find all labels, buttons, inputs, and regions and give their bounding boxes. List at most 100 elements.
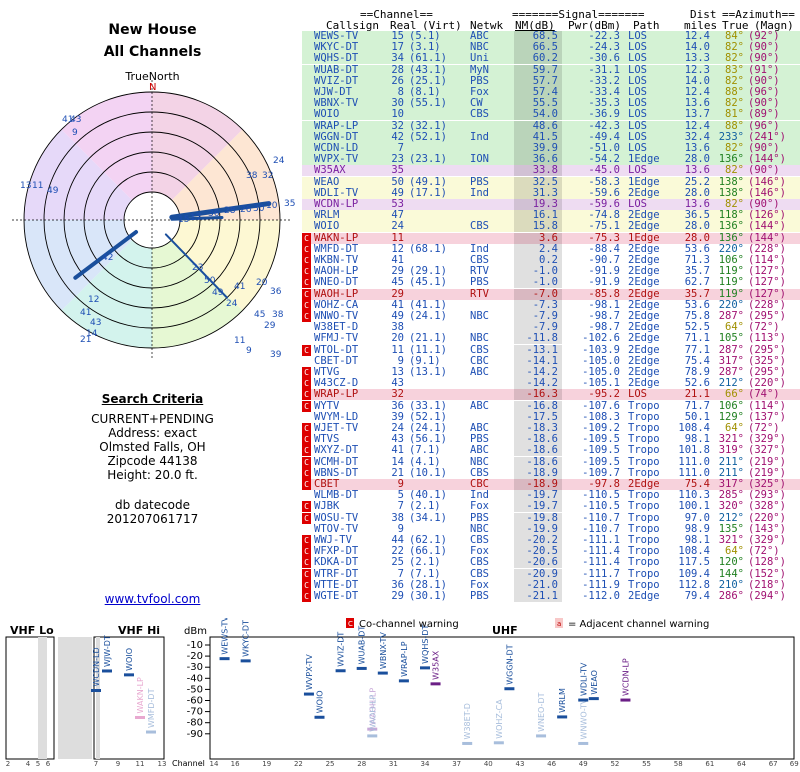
table-cell: 2Edge <box>628 220 660 233</box>
station-marker <box>135 715 145 719</box>
table-row[interactable]: WFMJ-TV 20 (21.1) NBC -11.8 -102.6 2Edge 71.1 10… <box>302 332 800 345</box>
station-marker-label: WAOH-LP <box>368 694 377 731</box>
table-cell: LOS <box>628 388 647 401</box>
table-cell: (33.1) <box>409 399 447 412</box>
table-cell: 79.4 <box>684 590 710 602</box>
table-cell: Tropo <box>628 399 660 412</box>
table-row[interactable]: C WJBK 7 (2.1) Fox -19.7 -110.5 Tropo 100.1 320° (… <box>302 500 800 513</box>
table-cell: 2Edge <box>628 343 660 356</box>
station-marker <box>102 669 112 673</box>
x-tick-label: 67 <box>769 760 778 768</box>
polar-plot[interactable]: N4394113 11 492438 3215 17 36 28 26 30 10 35422350… <box>0 80 305 370</box>
x-tick-label: 58 <box>674 760 683 768</box>
station-marker <box>240 659 251 663</box>
table-row[interactable]: WQHS-DT 34 (61.1) Uni 60.2 -30.6 LOS 13.3 82° (90… <box>302 52 800 65</box>
table-row[interactable]: C KDKA-DT 25 (2.1) CBS -20.6 -111.4 Tropo 117.5 1… <box>302 556 800 569</box>
table-row[interactable]: C WCMH-DT 14 (4.1) NBC -18.6 -109.5 Tropo 111.0 2… <box>302 455 800 468</box>
table-row[interactable]: C WTRF-DT 7 (7.1) CBS -20.9 -111.7 Tropo 109.4 14… <box>302 568 800 580</box>
table-row[interactable]: C WAKN-LP 11 3.6 -75.3 1Edge 28.0 136° (144°) <box>302 231 800 244</box>
table-cell: -1.0 <box>532 276 558 289</box>
left-panel: New House All Channels TrueNorth N 43 9 41 1… <box>0 0 305 620</box>
table-row[interactable]: WEAO 50 (49.1) PBS 32.5 -58.3 1Edge 25.2 138° (14… <box>302 175 800 188</box>
table-row[interactable]: WOIO 24 CBS 15.8 -75.1 2Edge 28.0 136° (144°) <box>302 220 800 233</box>
polar-station-label: 38 <box>246 171 258 181</box>
y-tick-label: -10 <box>187 640 203 651</box>
table-row[interactable]: C WXYZ-DT 41 (7.1) ABC -18.6 -109.5 Tropo 101.8 3… <box>302 444 800 457</box>
table-cell: (49.1) <box>409 175 447 188</box>
table-cell: 21.1 <box>684 388 710 401</box>
co-channel-warning-icon: C <box>302 266 311 278</box>
polar-station-label: 11 <box>32 181 43 191</box>
polar-station-label: 12 <box>88 295 99 305</box>
co-channel-warning-icon: C <box>302 501 311 513</box>
polar-station-label: 45 <box>254 310 265 320</box>
table-row[interactable]: C WGTE-DT 29 (30.1) PBS -21.1 -112.0 2Edge 79.4 2… <box>302 591 800 602</box>
table-cell: CBS <box>470 220 489 233</box>
table-cell: WAKN-LP <box>314 231 359 244</box>
table-cell: 211° <box>718 455 744 468</box>
station-marker <box>356 666 367 670</box>
station-marker <box>462 741 473 745</box>
x-tick-label: 64 <box>737 760 746 768</box>
table-row[interactable]: W35AX 35 33.8 -45.0 LOS 13.6 82° (90°) <box>302 165 800 177</box>
station-marker <box>536 734 547 738</box>
polar-station-label: 15 <box>178 215 189 225</box>
station-marker-label: WDLI-TV <box>579 662 588 696</box>
polar-station-label: 49 <box>47 186 59 196</box>
station-marker <box>377 671 388 675</box>
polar-station-label: 39 <box>270 350 282 360</box>
table-row[interactable]: C WYTV 36 (33.1) ABC -16.8 -107.6 Tropo 71.7 106°… <box>302 399 800 412</box>
co-channel-warning-icon: C <box>302 456 311 468</box>
table-cell: 77.1 <box>684 343 710 356</box>
table-cell: 100.1 <box>678 500 710 513</box>
table-cell: ION <box>470 153 489 166</box>
polar-station-label: 24 <box>226 299 238 309</box>
table-row[interactable]: WOIO 10 CBS 54.0 -36.9 LOS 13.7 81° (89°) <box>302 108 800 121</box>
table-row[interactable]: C WOSU-TV 38 (34.1) PBS -19.8 -110.7 Tropo 97.0 2… <box>302 511 800 524</box>
station-marker-label: WAKN-LP <box>136 677 145 714</box>
table-cell: Tropo <box>628 556 660 569</box>
table-cell: WQHS-DT <box>314 52 359 65</box>
tvfool-link[interactable]: www.tvfool.com <box>105 592 201 606</box>
table-cell: -19.8 <box>526 511 558 524</box>
co-channel-warning-icon: C <box>302 255 311 266</box>
dbm-label: dBm <box>184 626 207 637</box>
table-cell: (2.1) <box>409 500 441 513</box>
table-row[interactable]: C WAOH-LP 29 RTV -7.0 -85.8 2Edge 35.7 119° (127°… <box>302 287 800 300</box>
table-cell: (21.1) <box>409 332 447 345</box>
table-cell: -107.6 <box>582 399 620 412</box>
table-cell: 24 <box>391 220 404 233</box>
x-tick-label: 46 <box>547 760 556 768</box>
table-cell: -16.8 <box>526 399 558 412</box>
table-cell: Tropo <box>628 500 660 513</box>
station-marker <box>578 698 589 702</box>
table-row[interactable]: C WRAP-LP 32 -16.3 -95.2 LOS 21.1 66° (74°) <box>302 388 800 401</box>
x-tick-label: 40 <box>484 760 493 768</box>
table-cell: 54.0 <box>532 108 558 121</box>
co-channel-warning-icon: C <box>302 434 311 446</box>
table-cell: 41 <box>391 444 404 457</box>
station-marker <box>430 682 441 686</box>
table-cell: CBS <box>470 343 489 356</box>
table-cell: (17.1) <box>409 186 447 199</box>
table-cell: (127°) <box>748 287 786 300</box>
station-marker <box>588 697 599 701</box>
station-marker-label: WOIO <box>125 648 134 671</box>
table-row[interactable]: C WTOL-DT 11 (11.1) CBS -13.1 -103.9 2Edge 77.1 2… <box>302 343 800 356</box>
table-row[interactable]: WUAB-DT 28 (43.1) MyN 59.7 -31.1 LOS 12.3 83° (91… <box>302 63 800 76</box>
table-cell: 28 <box>391 63 404 76</box>
criteria-line: Olmsted Falls, OH <box>99 440 206 454</box>
criteria-heading: Search Criteria <box>101 392 204 406</box>
north-label: N <box>149 82 156 93</box>
co-channel-warning-icon: C <box>302 389 311 401</box>
table-row[interactable]: WRAP-LP 32 (32.1) 48.6 -42.3 LOS 12.4 88° (96°) <box>302 120 800 132</box>
table-header: ==Channel== =======Signal======= Dist ==… <box>302 0 800 32</box>
table-cell: (43.1) <box>409 63 447 76</box>
x-tick-label: 5 <box>36 760 40 768</box>
table-cell: -16.3 <box>526 388 558 401</box>
polar-station-label: 26 <box>240 205 252 215</box>
co-channel-warning-icon: C <box>302 445 311 457</box>
polar-station-label: 36 <box>208 209 220 219</box>
table-row[interactable]: C WNEO-DT 45 (45.1) PBS -1.0 -91.9 2Edge 62.7 119… <box>302 276 800 289</box>
table-cell: (68.1) <box>409 242 447 255</box>
